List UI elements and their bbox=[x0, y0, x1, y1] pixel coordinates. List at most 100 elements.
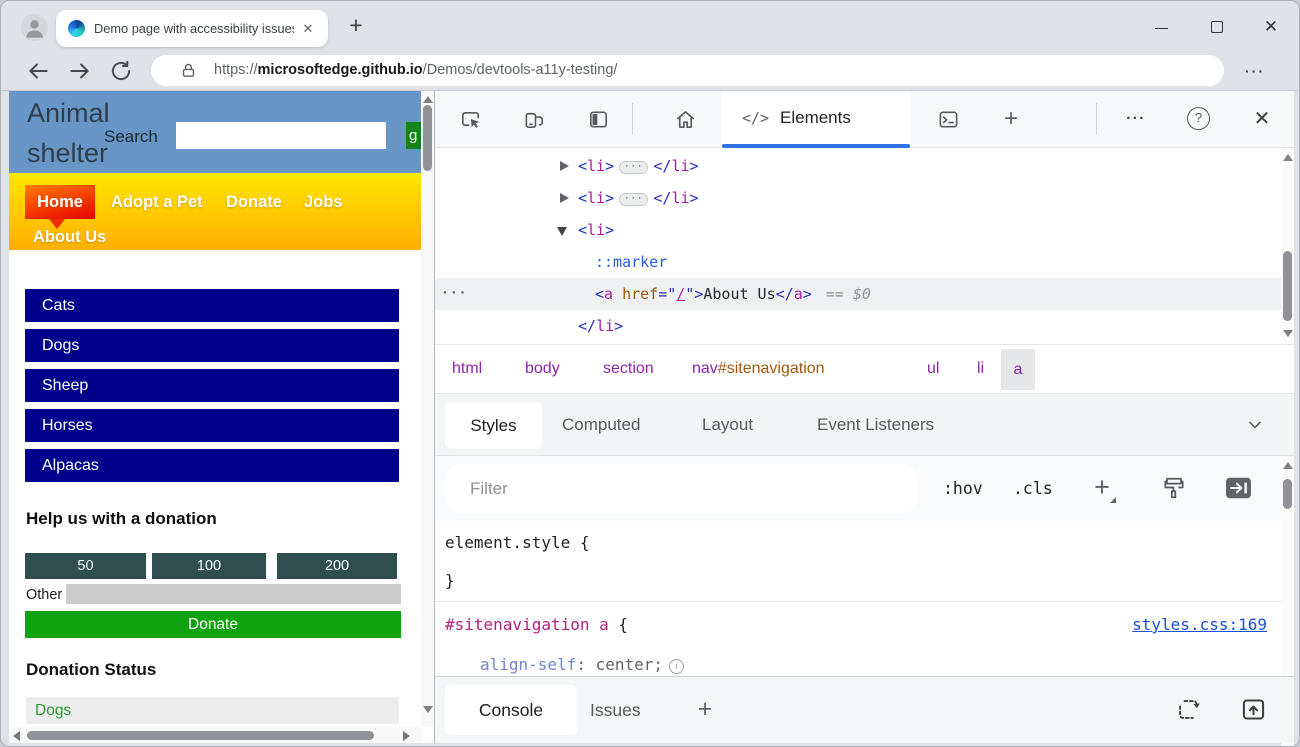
refresh-button[interactable] bbox=[108, 58, 134, 84]
expand-arrow-icon[interactable] bbox=[560, 193, 569, 203]
lock-icon[interactable] bbox=[180, 62, 197, 79]
help-icon[interactable]: ? bbox=[1187, 107, 1210, 130]
browser-tab[interactable]: Demo page with accessibility issues ✕ bbox=[56, 10, 328, 47]
browser-settings-menu-icon[interactable]: ··· bbox=[1235, 58, 1275, 84]
forward-button[interactable] bbox=[67, 58, 93, 84]
search-go-button[interactable]: g bbox=[406, 122, 421, 149]
breadcrumb-section[interactable]: section bbox=[603, 345, 654, 393]
restart-drawer-icon[interactable] bbox=[1175, 696, 1202, 723]
other-amount-input[interactable] bbox=[66, 584, 401, 604]
animal-button-cats[interactable]: Cats bbox=[25, 289, 399, 322]
styles-scroll-thumb[interactable] bbox=[1283, 479, 1292, 509]
page-horizontal-scrollbar[interactable] bbox=[9, 727, 421, 743]
address-bar[interactable]: https://microsoftedge.github.io/Demos/de… bbox=[151, 55, 1224, 86]
page-vertical-scrollbar[interactable] bbox=[421, 91, 434, 727]
expand-drawer-icon[interactable] bbox=[1240, 696, 1267, 723]
drawer-tab-console[interactable]: Console bbox=[445, 685, 577, 735]
back-button[interactable] bbox=[25, 58, 51, 84]
drawer-add-tab-button[interactable]: + bbox=[690, 694, 720, 726]
search-input[interactable] bbox=[176, 122, 386, 149]
breadcrumb-li[interactable]: li bbox=[977, 345, 984, 393]
breadcrumb-nav[interactable]: nav#sitenavigation bbox=[692, 345, 825, 393]
inspect-element-icon[interactable] bbox=[459, 108, 482, 131]
horizontal-scroll-thumb[interactable] bbox=[27, 731, 374, 740]
animal-button-alpacas[interactable]: Alpacas bbox=[25, 449, 399, 482]
profile-avatar[interactable] bbox=[21, 14, 48, 41]
css-rule-selector[interactable]: #sitenavigation a { bbox=[445, 605, 628, 645]
dom-breadcrumb: html body section nav#sitenavigation ul … bbox=[435, 344, 1294, 393]
tab-title: Demo page with accessibility issues bbox=[94, 20, 294, 38]
dom-scrollbar[interactable] bbox=[1281, 148, 1294, 344]
dom-row-marker-pseudo[interactable]: ::marker bbox=[435, 246, 1281, 278]
scroll-left-arrow-icon[interactable] bbox=[13, 731, 20, 741]
computed-styles-sidebar-toggle-icon[interactable] bbox=[1224, 475, 1253, 501]
nav-jobs-link[interactable]: Jobs bbox=[304, 185, 343, 219]
breadcrumb-body[interactable]: body bbox=[525, 345, 560, 393]
animal-button-dogs[interactable]: Dogs bbox=[25, 329, 399, 362]
dom-row-expanded-li[interactable]: <li> bbox=[435, 214, 1281, 246]
tab-event-listeners[interactable]: Event Listeners bbox=[817, 394, 934, 455]
device-emulation-icon[interactable] bbox=[523, 108, 546, 131]
expand-arrow-icon[interactable] bbox=[560, 161, 569, 171]
dom-row-collapsed-li[interactable]: <li>···</li> bbox=[435, 182, 1281, 214]
dock-side-icon[interactable] bbox=[587, 108, 610, 131]
nav-home-link[interactable]: Home bbox=[25, 185, 95, 219]
tab-styles[interactable]: Styles bbox=[445, 402, 542, 449]
status-row-dogs[interactable]: Dogs bbox=[26, 697, 399, 724]
toggle-class-button[interactable]: .cls bbox=[1013, 456, 1053, 521]
window-close-button[interactable]: ✕ bbox=[1251, 13, 1291, 41]
dom-scroll-thumb[interactable] bbox=[1283, 251, 1292, 321]
drawer-tab-issues[interactable]: Issues bbox=[590, 677, 641, 743]
breadcrumb-ul[interactable]: ul bbox=[927, 345, 939, 393]
scroll-up-arrow-icon[interactable] bbox=[423, 96, 433, 103]
url-path: /Demos/devtools-a11y-testing/ bbox=[423, 62, 618, 78]
breadcrumb-a-selected[interactable]: a bbox=[1001, 349, 1035, 390]
dom-row-selected-anchor[interactable]: ··· <a href="/">About Us</a>== $0 bbox=[435, 278, 1281, 310]
rule-divider bbox=[435, 601, 1281, 602]
amount-50-button[interactable]: 50 bbox=[25, 553, 146, 579]
inline-style-rule[interactable]: element.style { bbox=[445, 523, 590, 563]
amount-200-button[interactable]: 200 bbox=[277, 553, 397, 579]
collapsed-content-icon[interactable]: ··· bbox=[619, 193, 648, 206]
add-panel-button[interactable]: + bbox=[998, 103, 1024, 135]
tab-computed[interactable]: Computed bbox=[562, 394, 640, 455]
nav-donate-link[interactable]: Donate bbox=[226, 185, 282, 219]
tab-layout[interactable]: Layout bbox=[702, 394, 753, 455]
amount-100-button[interactable]: 100 bbox=[152, 553, 266, 579]
vertical-scroll-thumb[interactable] bbox=[423, 105, 432, 171]
tab-close-icon[interactable]: ✕ bbox=[296, 17, 320, 41]
toggle-hover-state-button[interactable]: :hov bbox=[943, 456, 983, 521]
collapse-arrow-icon[interactable] bbox=[557, 227, 567, 236]
dom-row-closing-li[interactable]: </li> bbox=[435, 310, 1281, 342]
inactive-property-info-icon[interactable]: i bbox=[669, 659, 684, 674]
scroll-right-arrow-icon[interactable] bbox=[403, 731, 410, 741]
scroll-up-arrow-icon[interactable] bbox=[1283, 154, 1293, 161]
new-style-rule-button[interactable]: + bbox=[1087, 470, 1117, 506]
new-tab-button[interactable]: + bbox=[341, 11, 371, 41]
nav-adopt-link[interactable]: Adopt a Pet bbox=[111, 185, 203, 219]
stylesheet-source-link[interactable]: styles.css:169 bbox=[1132, 605, 1267, 645]
window-minimize-button[interactable] bbox=[1141, 15, 1181, 39]
animal-button-horses[interactable]: Horses bbox=[25, 409, 399, 442]
devtools-more-menu-icon[interactable]: ··· bbox=[1121, 106, 1151, 132]
nav-about-link[interactable]: About Us bbox=[33, 225, 106, 249]
donate-button[interactable]: Donate bbox=[25, 611, 401, 638]
collapsed-content-icon[interactable]: ··· bbox=[619, 161, 648, 174]
row-actions-icon[interactable]: ··· bbox=[441, 278, 467, 310]
brush-icon[interactable] bbox=[1161, 475, 1187, 501]
tab-elements[interactable]: </> Elements bbox=[722, 91, 910, 147]
scroll-down-arrow-icon[interactable] bbox=[423, 706, 433, 713]
animal-button-sheep[interactable]: Sheep bbox=[25, 369, 399, 402]
console-panel-icon[interactable] bbox=[937, 108, 960, 131]
dom-row-collapsed-li[interactable]: <li>···</li> bbox=[435, 150, 1281, 182]
scroll-up-arrow-icon[interactable] bbox=[1283, 462, 1293, 469]
chevron-down-icon[interactable] bbox=[1247, 417, 1263, 433]
scroll-down-arrow-icon[interactable] bbox=[1283, 330, 1293, 337]
styles-filter-input[interactable] bbox=[445, 464, 917, 513]
breadcrumb-html[interactable]: html bbox=[452, 345, 482, 393]
search-label: Search bbox=[104, 127, 158, 147]
donation-heading: Help us with a donation bbox=[26, 509, 217, 529]
devtools-close-icon[interactable]: ✕ bbox=[1247, 104, 1277, 134]
home-icon[interactable] bbox=[674, 108, 697, 131]
window-maximize-button[interactable] bbox=[1197, 15, 1237, 39]
